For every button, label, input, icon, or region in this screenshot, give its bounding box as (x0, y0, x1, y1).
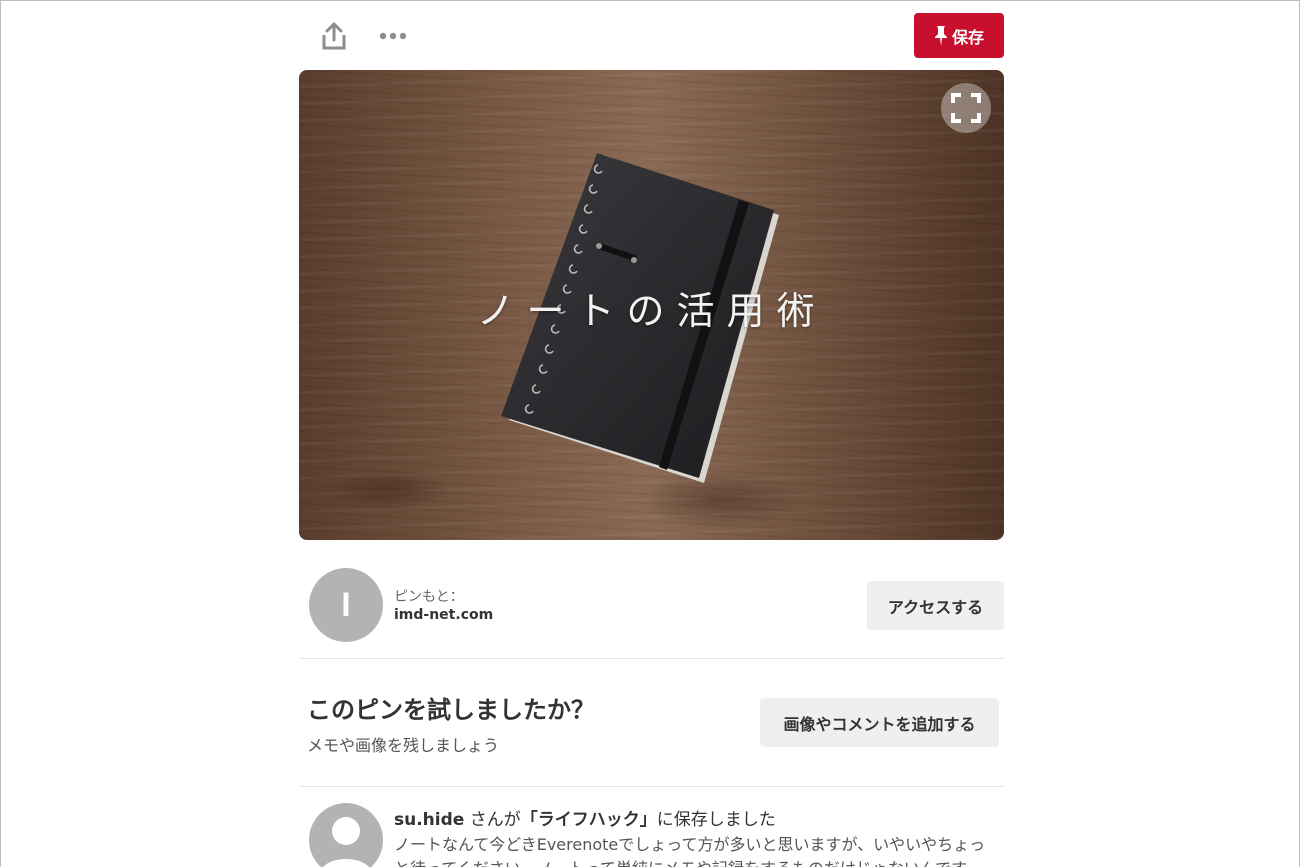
share-icon (322, 22, 346, 50)
activity-text-end: に保存しました (656, 810, 776, 830)
pin-overlay-title: ノートの活用術 (476, 289, 827, 333)
activity-description: ノートなんて今どきEverenoteでしょって方が多いと思いますが、いやいやちょ… (394, 835, 986, 867)
share-button[interactable] (319, 19, 349, 53)
fullscreen-button[interactable] (941, 83, 991, 133)
divider (299, 658, 1004, 659)
activity-line: su.hide さんが「ライフハック」に保存しました (394, 805, 776, 830)
tried-title: このピンを試しましたか？ (307, 697, 595, 724)
divider (299, 786, 1004, 787)
activity-username[interactable]: su.hide (394, 810, 464, 830)
more-dots-icon (379, 32, 407, 40)
fullscreen-icon (951, 93, 981, 123)
add-photo-comment-button[interactable]: 画像やコメントを追加する (760, 698, 999, 747)
source-avatar[interactable]: I (309, 568, 383, 642)
access-button[interactable]: アクセスする (867, 581, 1004, 630)
pin-source: I ピンもと： imd-net.com アクセスする (299, 561, 1004, 658)
source-domain-link[interactable]: imd-net.com (394, 607, 493, 623)
source-label: ピンもと： (394, 589, 464, 605)
user-avatar[interactable] (309, 803, 383, 867)
pin-page: 保存 ノートの活用術 I ピンもと： imd-net.com アクセスする この… (0, 0, 1300, 867)
save-button-label: 保存 (951, 27, 984, 47)
save-button[interactable]: 保存 (914, 13, 1004, 58)
tried-subtitle: メモや画像を残しましょう (307, 736, 500, 755)
pin-icon (934, 25, 947, 46)
more-options-button[interactable] (375, 21, 411, 51)
user-avatar-icon (323, 817, 369, 867)
tried-section: このピンを試しましたか？ メモや画像を残しましょう 画像やコメントを追加する (299, 674, 1004, 784)
pin-image[interactable]: ノートの活用術 (299, 70, 1004, 540)
activity-item: su.hide さんが「ライフハック」に保存しました ノートなんて今どきEver… (299, 801, 1004, 867)
activity-text-mid: さんが (464, 810, 521, 830)
pin-toolbar: 保存 (299, 13, 1004, 59)
activity-board-link[interactable]: 「ライフハック」 (521, 810, 657, 830)
